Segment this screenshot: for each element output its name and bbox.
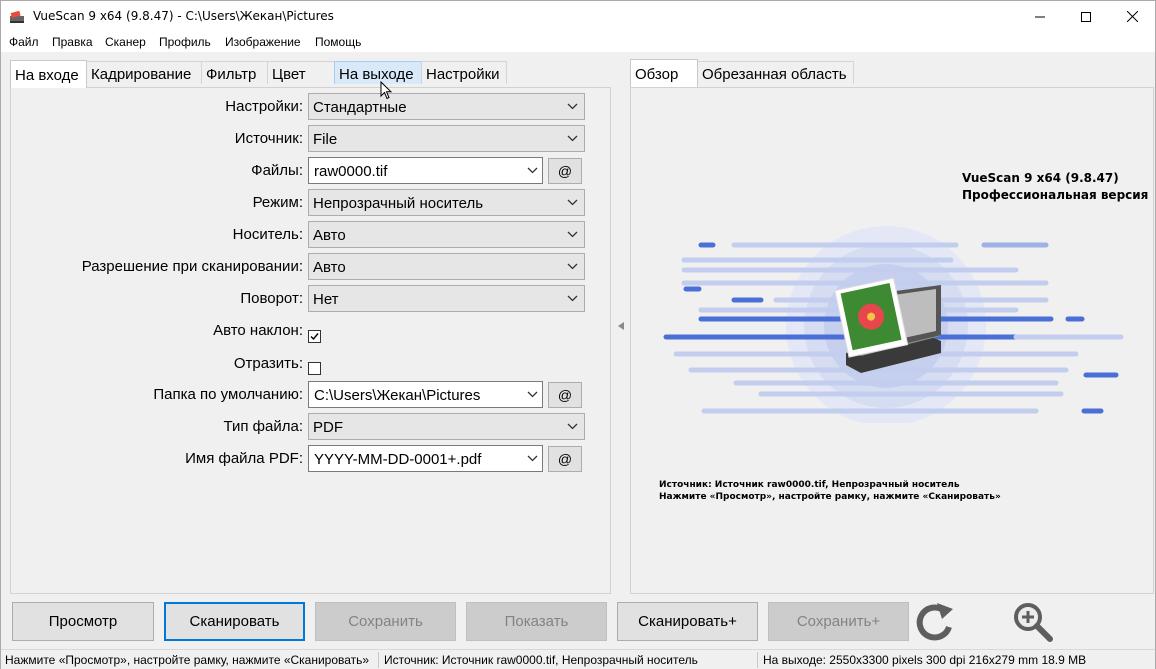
vuescan-window: VueScan 9 x64 (9.8.47) - C:\Users\Жекан\… [0,0,1156,669]
resolution-select[interactable]: Авто [308,253,585,280]
status-bar: Нажмите «Просмотр», настройте рамку, наж… [1,649,1155,669]
auto-skew-label: Авто наклон: [213,322,303,339]
zoom-in-icon[interactable] [1011,601,1055,643]
default-folder-browse-button[interactable]: @ [548,382,582,408]
save-plus-button[interactable]: Сохранить+ [768,602,909,641]
chevron-down-icon [567,103,578,110]
media-label: Носитель: [232,226,303,243]
tab-cropped-area[interactable]: Обрезанная область [697,61,854,84]
preview-edition: Профессиональная версия [962,188,1149,202]
menu-image[interactable]: Изображение [225,35,301,49]
tab-settings[interactable]: Настройки [421,61,507,84]
checkmark-icon [310,333,319,341]
chevron-down-icon [527,167,538,174]
scanner-illustration [663,226,1124,423]
mouse-cursor-icon [380,81,392,100]
file-type-label: Тип файла: [223,418,304,435]
pdf-name-label: Имя файла PDF: [185,450,303,467]
auto-skew-checkbox[interactable] [308,330,321,343]
chevron-down-icon [567,135,578,142]
settings-select[interactable]: Стандартные [308,93,585,120]
chevron-down-icon [567,263,578,270]
files-label: Файлы: [251,162,303,179]
menu-file[interactable]: Файл [9,35,39,49]
chevron-down-icon [567,423,578,430]
show-button[interactable]: Показать [466,602,607,641]
status-divider [757,652,758,668]
settings-value: Стандартные [313,99,407,116]
source-label: Источник: [234,130,303,147]
tab-filter[interactable]: Фильтр [201,61,268,84]
preview-hint: Нажмите «Просмотр», настройте рамку, наж… [659,492,1001,502]
default-folder-value: C:\Users\Жекан\Pictures [314,387,481,404]
rotate-icon[interactable] [915,601,957,643]
mirror-checkbox[interactable] [308,362,321,375]
media-value: Авто [313,227,346,244]
pdf-name-combobox[interactable]: YYYY-MM-DD-0001+.pdf [308,445,543,472]
tab-color[interactable]: Цвет [267,61,335,84]
tab-output[interactable]: На выходе [334,61,422,84]
media-select[interactable]: Авто [308,221,585,248]
default-folder-label: Папка по умолчанию: [153,386,303,403]
files-value: raw0000.tif [314,163,388,180]
files-combobox[interactable]: raw0000.tif [308,157,543,184]
chevron-down-icon [527,455,538,462]
scan-button[interactable]: Сканировать [164,602,305,641]
status-hint: Нажмите «Просмотр», настройте рамку, наж… [5,653,370,667]
file-type-value: PDF [313,419,343,436]
rotation-select[interactable]: Нет [308,285,585,312]
menu-bar: Файл Правка Сканер Профиль Изображение П… [1,32,1155,52]
vuescan-app-icon [10,10,24,23]
file-type-select[interactable]: PDF [308,413,585,440]
pdf-name-browse-button[interactable]: @ [548,446,582,472]
mirror-label: Отразить: [233,355,303,372]
scan-plus-button[interactable]: Сканировать+ [617,602,758,641]
maximize-button[interactable] [1063,1,1109,32]
menu-profile[interactable]: Профиль [159,35,211,49]
maximize-icon [1081,11,1091,22]
status-divider [378,652,379,668]
minimize-button[interactable] [1017,1,1063,32]
chevron-down-icon [567,231,578,238]
save-button[interactable]: Сохранить [315,602,456,641]
tab-input[interactable]: На входе [10,60,87,88]
source-value: File [313,131,338,148]
menu-scanner[interactable]: Сканер [105,35,146,49]
mode-select[interactable]: Непрозрачный носитель [308,189,585,216]
tab-overview[interactable]: Обзор [630,59,698,87]
resolution-label: Разрешение при сканировании: [81,258,303,275]
collapse-arrow-icon[interactable] [617,321,625,331]
mode-value: Непрозрачный носитель [313,195,484,212]
source-select[interactable]: File [308,125,585,152]
files-browse-button[interactable]: @ [548,158,582,184]
tab-crop[interactable]: Кадрирование [86,61,202,84]
pdf-name-value: YYYY-MM-DD-0001+.pdf [314,451,482,468]
close-button[interactable] [1109,1,1155,32]
chevron-down-icon [567,295,578,302]
resolution-value: Авто [313,259,346,276]
mode-label: Режим: [252,194,303,211]
title-bar[interactable]: VueScan 9 x64 (9.8.47) - C:\Users\Жекан\… [1,1,1155,32]
preview-button[interactable]: Просмотр [12,602,154,641]
menu-help[interactable]: Помощь [315,35,361,49]
preview-source-info: Источник: Источник raw0000.tif, Непрозра… [659,480,960,490]
preview-product-title: VueScan 9 x64 (9.8.47) [962,171,1119,185]
minimize-icon [1035,16,1045,17]
status-output: На выходе: 2550x3300 pixels 300 dpi 216x… [763,653,1087,667]
rotation-value: Нет [313,291,339,308]
settings-label: Настройки: [225,98,303,115]
menu-edit[interactable]: Правка [52,35,93,49]
close-icon [1126,11,1138,22]
chevron-down-icon [567,199,578,206]
chevron-down-icon [527,391,538,398]
rotation-label: Поворот: [240,290,303,307]
status-source: Источник: Источник raw0000.tif, Непрозра… [384,653,698,667]
default-folder-combobox[interactable]: C:\Users\Жекан\Pictures [308,381,543,408]
window-title: VueScan 9 x64 (9.8.47) - C:\Users\Жекан\… [33,9,334,23]
